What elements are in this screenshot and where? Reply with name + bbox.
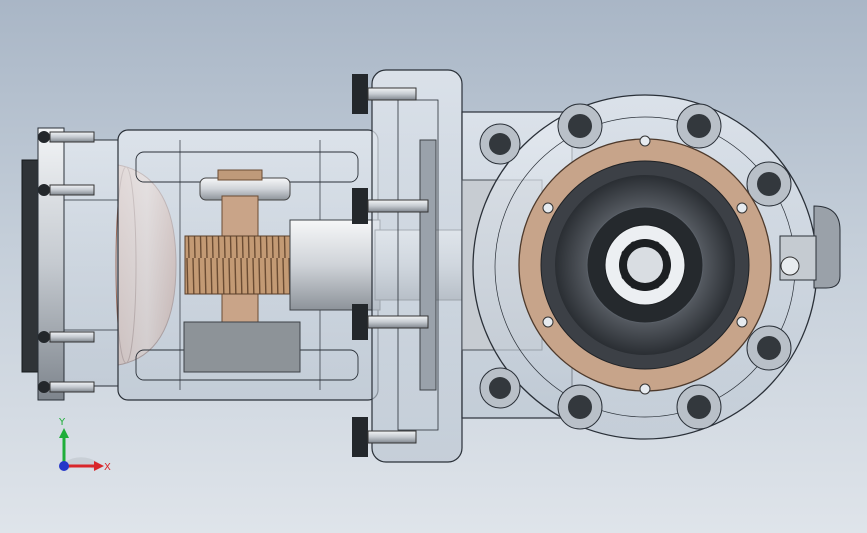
x-axis-label: X [104,462,111,473]
x-axis-arrowhead [94,461,104,471]
left-flange [21,127,119,401]
z-axis-dot [59,461,69,471]
y-axis-arrowhead [59,428,69,438]
cad-viewport[interactable]: Y X [0,0,867,533]
spline-hub [555,175,735,355]
coordinate-triad: Y X [58,417,111,473]
y-axis-label: Y [58,417,66,428]
middle-flange [371,69,463,463]
gearbox-model[interactable]: Y X [0,0,867,533]
